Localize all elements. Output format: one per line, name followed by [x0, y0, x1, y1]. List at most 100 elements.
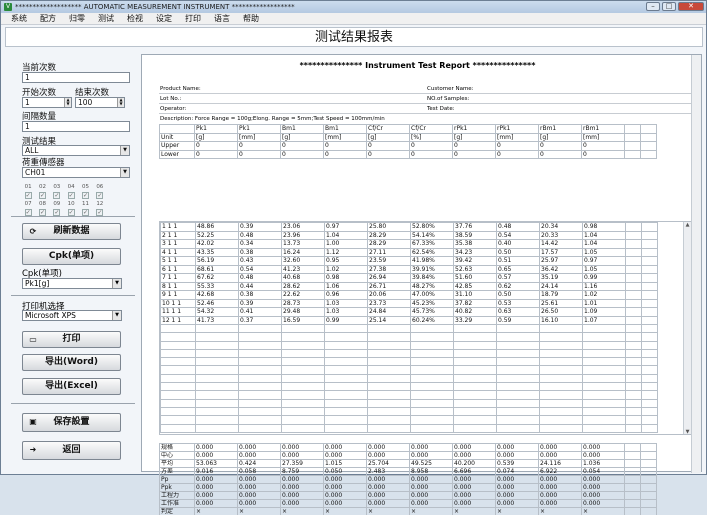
table-row[interactable]: 5 1 156.190.4332.600.9523.5941.98%39.420…	[161, 257, 658, 266]
table-cell: 0.000	[367, 476, 410, 484]
divider	[11, 216, 135, 217]
current-count-input[interactable]: 1	[22, 72, 130, 83]
table-row[interactable]	[161, 366, 658, 374]
channel-checkbox[interactable]: ✓	[64, 209, 78, 216]
menu-item[interactable]: 归零	[69, 13, 85, 24]
result-select[interactable]: ALL▼	[22, 145, 130, 156]
table-cell: 6.696	[453, 468, 496, 476]
menu-item[interactable]: 测试	[98, 13, 114, 24]
table-row[interactable]	[161, 416, 658, 424]
table-row[interactable]	[161, 358, 658, 366]
printer-select[interactable]: Microsoft XPS▼	[22, 310, 122, 321]
channel-checkbox[interactable]: ✓	[35, 209, 49, 216]
channel-checkbox[interactable]: ✓	[21, 192, 35, 199]
table-row[interactable]	[161, 424, 658, 432]
table-cell: 0.54	[239, 265, 282, 274]
table-cell: 0.38	[239, 248, 282, 257]
lot-no-label: Lot No.:	[160, 95, 181, 104]
table-row[interactable]	[161, 325, 658, 333]
table-row[interactable]	[161, 399, 658, 407]
menu-item[interactable]: 检视	[127, 13, 143, 24]
maximize-button[interactable]: □	[662, 2, 676, 11]
table-row[interactable]	[161, 383, 658, 391]
channel-checkbox[interactable]: ✓	[64, 192, 78, 199]
channel-checkbox[interactable]: ✓	[78, 192, 92, 199]
table-row[interactable]: 11 1 154.320.4129.481.0324.8445.73%40.82…	[161, 308, 658, 317]
report-scrollbar[interactable]	[691, 55, 701, 473]
cpk-select[interactable]: Pk1[g]▼	[22, 278, 122, 289]
cpk-button[interactable]: Cpk(单项)	[22, 248, 121, 265]
table-row[interactable]: 12 1 141.730.3716.590.9925.1460.24%33.29…	[161, 316, 658, 325]
table-cell	[239, 383, 282, 391]
table-cell	[642, 240, 658, 249]
table-row[interactable]: 10 1 152.460.3928.731.0323.7345.23%37.82…	[161, 299, 658, 308]
close-button[interactable]: ✕	[678, 2, 704, 11]
table-cell: 0	[582, 150, 625, 159]
export-excel-button[interactable]: 导出(Excel)	[22, 378, 121, 395]
menu-item[interactable]: 配方	[40, 13, 56, 24]
table-cell	[282, 399, 325, 407]
table-cell: 41.23	[282, 265, 325, 274]
menu-item[interactable]: 打印	[185, 13, 201, 24]
table-cell: ×	[539, 508, 582, 515]
channel-checkbox[interactable]: ✓	[21, 209, 35, 216]
table-row[interactable]	[161, 349, 658, 357]
print-button[interactable]: ▭打印	[22, 331, 121, 348]
export-word-button[interactable]: 导出(Word)	[22, 354, 121, 371]
menu-item[interactable]: 帮助	[243, 13, 259, 24]
minimize-button[interactable]: –	[646, 2, 660, 11]
scroll-up-icon[interactable]: ▲	[684, 222, 691, 229]
table-row[interactable]: 1 1 148.860.3923.060.9725.8052.80%37.760…	[161, 223, 658, 232]
table-row[interactable]	[161, 333, 658, 341]
table-cell	[642, 231, 658, 240]
channel-checkbox[interactable]: ✓	[93, 209, 107, 216]
channel-checkbox[interactable]: ✓	[78, 209, 92, 216]
table-cell	[196, 407, 239, 415]
start-count-input[interactable]: 1▲▼	[22, 97, 72, 108]
channel-checkbox[interactable]: ✓	[93, 192, 107, 199]
table-cell	[540, 399, 583, 407]
end-count-input[interactable]: 100▲▼	[75, 97, 125, 108]
table-cell	[454, 407, 497, 415]
table-cell: 20.33	[540, 231, 583, 240]
menu-item[interactable]: 语言	[214, 13, 230, 24]
start-count-spinner[interactable]: ▲▼	[64, 98, 71, 107]
menu-item[interactable]: 系统	[11, 13, 27, 24]
table-row[interactable]	[161, 341, 658, 349]
table-row[interactable]: 9 1 142.680.3822.620.9620.0647.00%31.100…	[161, 291, 658, 300]
table-cell	[626, 274, 642, 283]
menu-item[interactable]: 设定	[156, 13, 172, 24]
table-cell: 67.33%	[411, 240, 454, 249]
table-row[interactable]: 2 1 152.250.4823.961.0428.2954.14%38.590…	[161, 231, 658, 240]
refresh-button[interactable]: ⟳刷新数据	[22, 223, 121, 240]
back-button[interactable]: ➜返回	[22, 441, 121, 460]
table-cell: 0.000	[195, 476, 238, 484]
table-cell	[282, 366, 325, 374]
table-cell	[325, 391, 368, 399]
table-cell	[642, 341, 658, 349]
table-cell	[411, 399, 454, 407]
table-row[interactable]: 6 1 168.610.5441.231.0227.3839.91%52.630…	[161, 265, 658, 274]
table-row[interactable]: 4 1 143.350.3816.241.1227.1162.54%34.230…	[161, 248, 658, 257]
table-cell	[583, 399, 626, 407]
channel-checkbox[interactable]: ✓	[35, 192, 49, 199]
table-cell	[626, 257, 642, 266]
table-row[interactable]	[161, 374, 658, 382]
interval-input[interactable]: 1	[22, 121, 130, 132]
data-scrollbar[interactable]: ▲▼	[683, 222, 691, 435]
table-cell	[239, 333, 282, 341]
channel-checkbox[interactable]: ✓	[50, 192, 64, 199]
table-cell: 0.000	[195, 492, 238, 500]
table-row[interactable]	[161, 407, 658, 415]
check-icon: ✓	[68, 192, 75, 199]
table-row[interactable]: 3 1 142.020.3413.731.0028.2967.33%35.380…	[161, 240, 658, 249]
table-cell	[239, 366, 282, 374]
table-row[interactable]: 8 1 155.330.4428.621.0626.7148.27%42.850…	[161, 282, 658, 291]
scroll-down-icon[interactable]: ▼	[684, 429, 691, 435]
table-row[interactable]	[161, 391, 658, 399]
table-row[interactable]: 7 1 167.620.4840.680.9826.9439.84%51.600…	[161, 274, 658, 283]
end-count-spinner[interactable]: ▲▼	[117, 98, 124, 107]
sensor-select[interactable]: CH01▼	[22, 167, 130, 178]
channel-checkbox[interactable]: ✓	[50, 209, 64, 216]
save-settings-button[interactable]: ▣保存設置	[22, 413, 121, 432]
